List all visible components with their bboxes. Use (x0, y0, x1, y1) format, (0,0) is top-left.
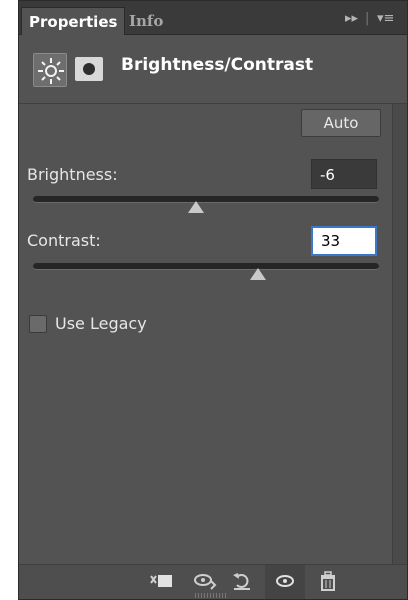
panel-menu-icon[interactable]: ▾≡ (377, 11, 394, 26)
contrast-input[interactable]: 33 (311, 226, 377, 256)
footer-toolbar (19, 564, 407, 599)
contrast-slider-track[interactable] (33, 263, 379, 270)
clip-to-layer-icon[interactable] (149, 571, 175, 596)
visibility-eye-icon[interactable] (265, 565, 305, 599)
divider (19, 103, 407, 104)
divider: | (365, 11, 370, 26)
brightness-slider-track[interactable] (33, 196, 379, 203)
collapse-panel-icon[interactable]: ▸▸ (345, 11, 358, 26)
adjustment-header: Brightness/Contrast (19, 35, 407, 103)
brightness-slider-thumb[interactable] (187, 201, 204, 213)
brightness-input[interactable]: -6 (311, 159, 377, 189)
tab-bar: Properties Info ▸▸ | ▾≡ (19, 1, 407, 35)
reset-icon[interactable] (231, 571, 253, 596)
use-legacy-label: Use Legacy (55, 314, 147, 333)
layer-mask-icon[interactable] (75, 57, 103, 81)
scrollbar[interactable] (392, 104, 407, 564)
contrast-slider-thumb[interactable] (249, 268, 266, 280)
panel-title: Brightness/Contrast (121, 55, 314, 75)
tab-properties[interactable]: Properties (21, 7, 126, 35)
tab-info[interactable]: Info (122, 7, 170, 35)
trash-icon[interactable] (317, 571, 339, 596)
use-legacy-checkbox[interactable] (29, 315, 47, 333)
brightness-label: Brightness: (27, 165, 118, 184)
auto-button[interactable]: Auto (301, 109, 381, 137)
properties-panel: Properties Info ▸▸ | ▾≡ Brightness/Contr… (18, 0, 408, 600)
resize-grip[interactable] (195, 593, 227, 598)
sun-icon[interactable] (33, 53, 67, 87)
contrast-label: Contrast: (27, 231, 101, 250)
